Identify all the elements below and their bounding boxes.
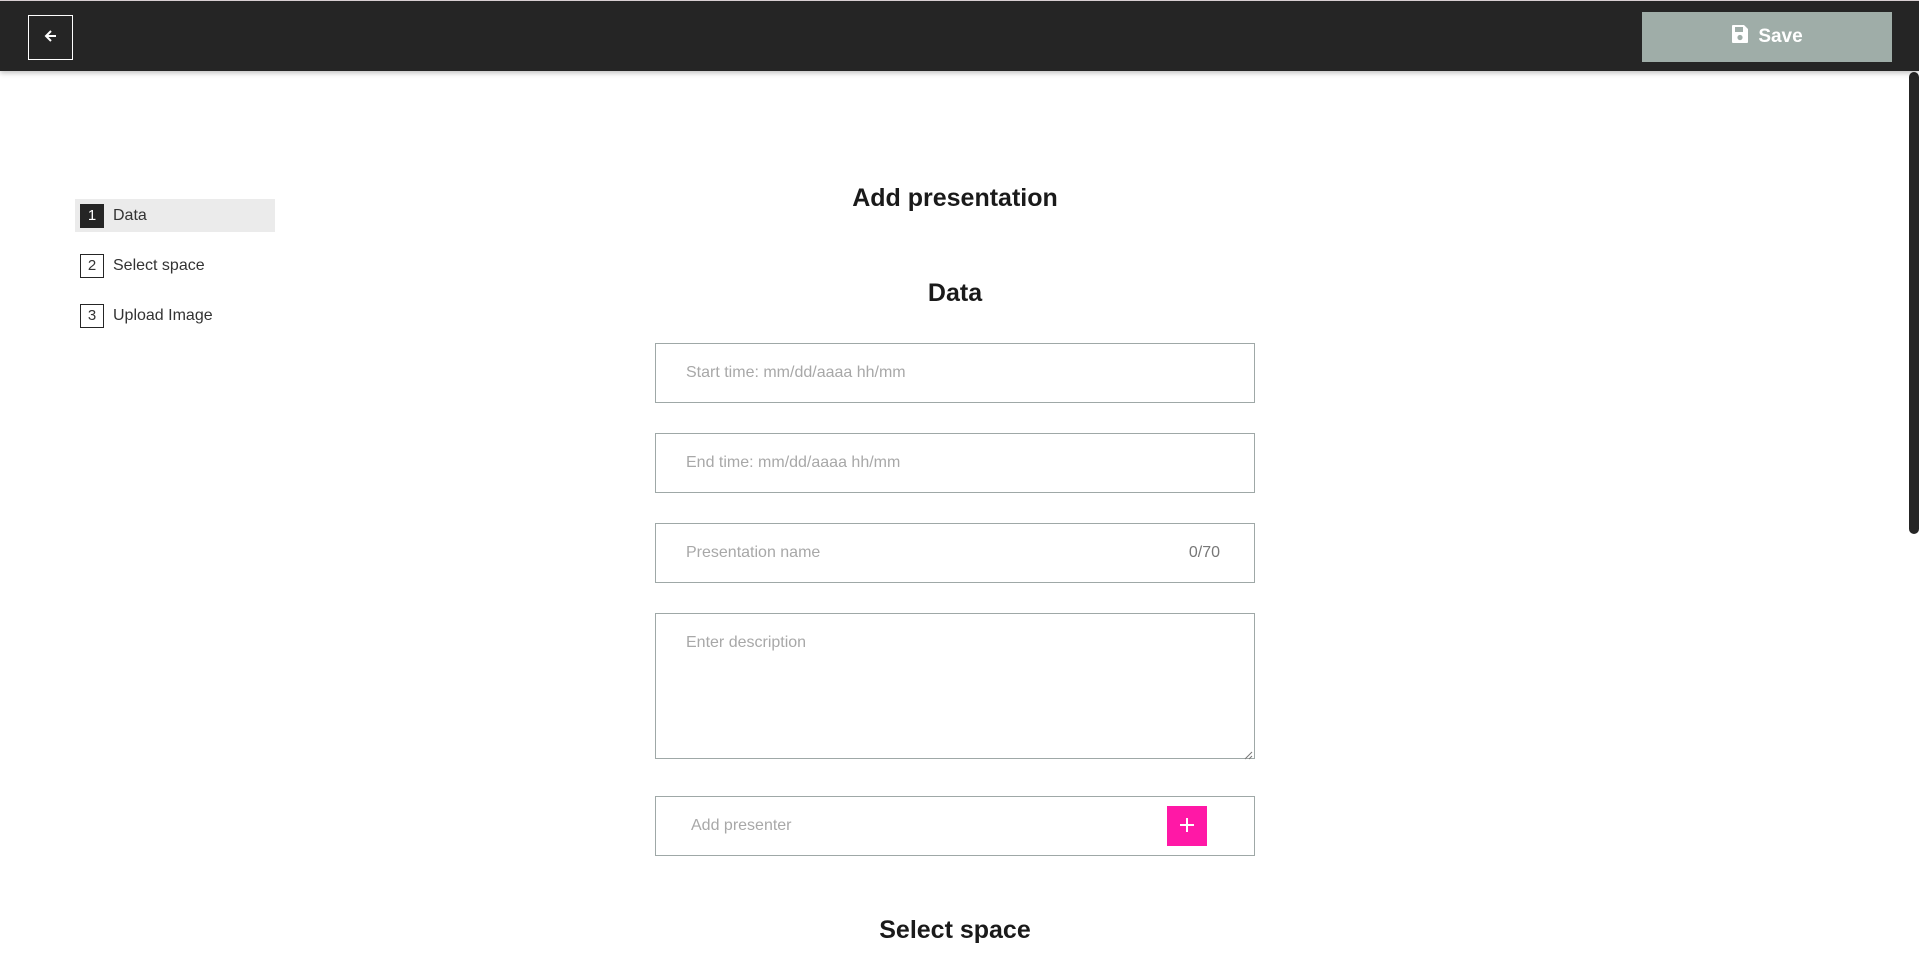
- start-time-input[interactable]: [686, 364, 1254, 382]
- end-time-field[interactable]: [655, 433, 1255, 493]
- add-presenter-button[interactable]: [1167, 806, 1207, 846]
- plus-icon: [1179, 817, 1195, 836]
- scrollbar-thumb[interactable]: [1909, 72, 1919, 534]
- start-time-field[interactable]: [655, 343, 1255, 403]
- step-data[interactable]: 1 Data: [75, 199, 275, 232]
- stepper-nav: 1 Data 2 Select space 3 Upload Image: [75, 199, 275, 349]
- floppy-disk-icon: [1731, 24, 1749, 50]
- step-label: Upload Image: [113, 306, 213, 324]
- description-field[interactable]: [655, 613, 1255, 760]
- presentation-name-field[interactable]: 0/70: [655, 523, 1255, 583]
- save-button[interactable]: Save: [1642, 12, 1892, 62]
- step-label: Select space: [113, 256, 205, 274]
- presenter-field[interactable]: [655, 796, 1255, 856]
- step-number: 1: [80, 203, 104, 228]
- description-textarea[interactable]: [686, 634, 1224, 738]
- page-title: Add presentation: [852, 184, 1058, 212]
- step-select-space[interactable]: 2 Select space: [75, 249, 275, 282]
- step-label: Data: [113, 206, 147, 224]
- end-time-input[interactable]: [686, 454, 1254, 472]
- back-button[interactable]: [28, 15, 73, 60]
- resize-grip-icon[interactable]: [1243, 747, 1253, 760]
- presenter-input[interactable]: [691, 817, 1131, 835]
- top-bar: Save: [0, 0, 1919, 71]
- step-upload-image[interactable]: 3 Upload Image: [75, 299, 275, 332]
- character-counter: 0/70: [1188, 544, 1220, 561]
- section-title-select-space: Select space: [879, 916, 1031, 944]
- step-number: 3: [80, 303, 104, 328]
- section-title-data: Data: [927, 279, 983, 307]
- save-label: Save: [1758, 26, 1803, 47]
- page-scrollbar[interactable]: [1909, 71, 1919, 960]
- arrow-left-icon: [44, 29, 58, 46]
- presentation-name-input[interactable]: [686, 544, 1166, 562]
- step-number: 2: [80, 253, 104, 278]
